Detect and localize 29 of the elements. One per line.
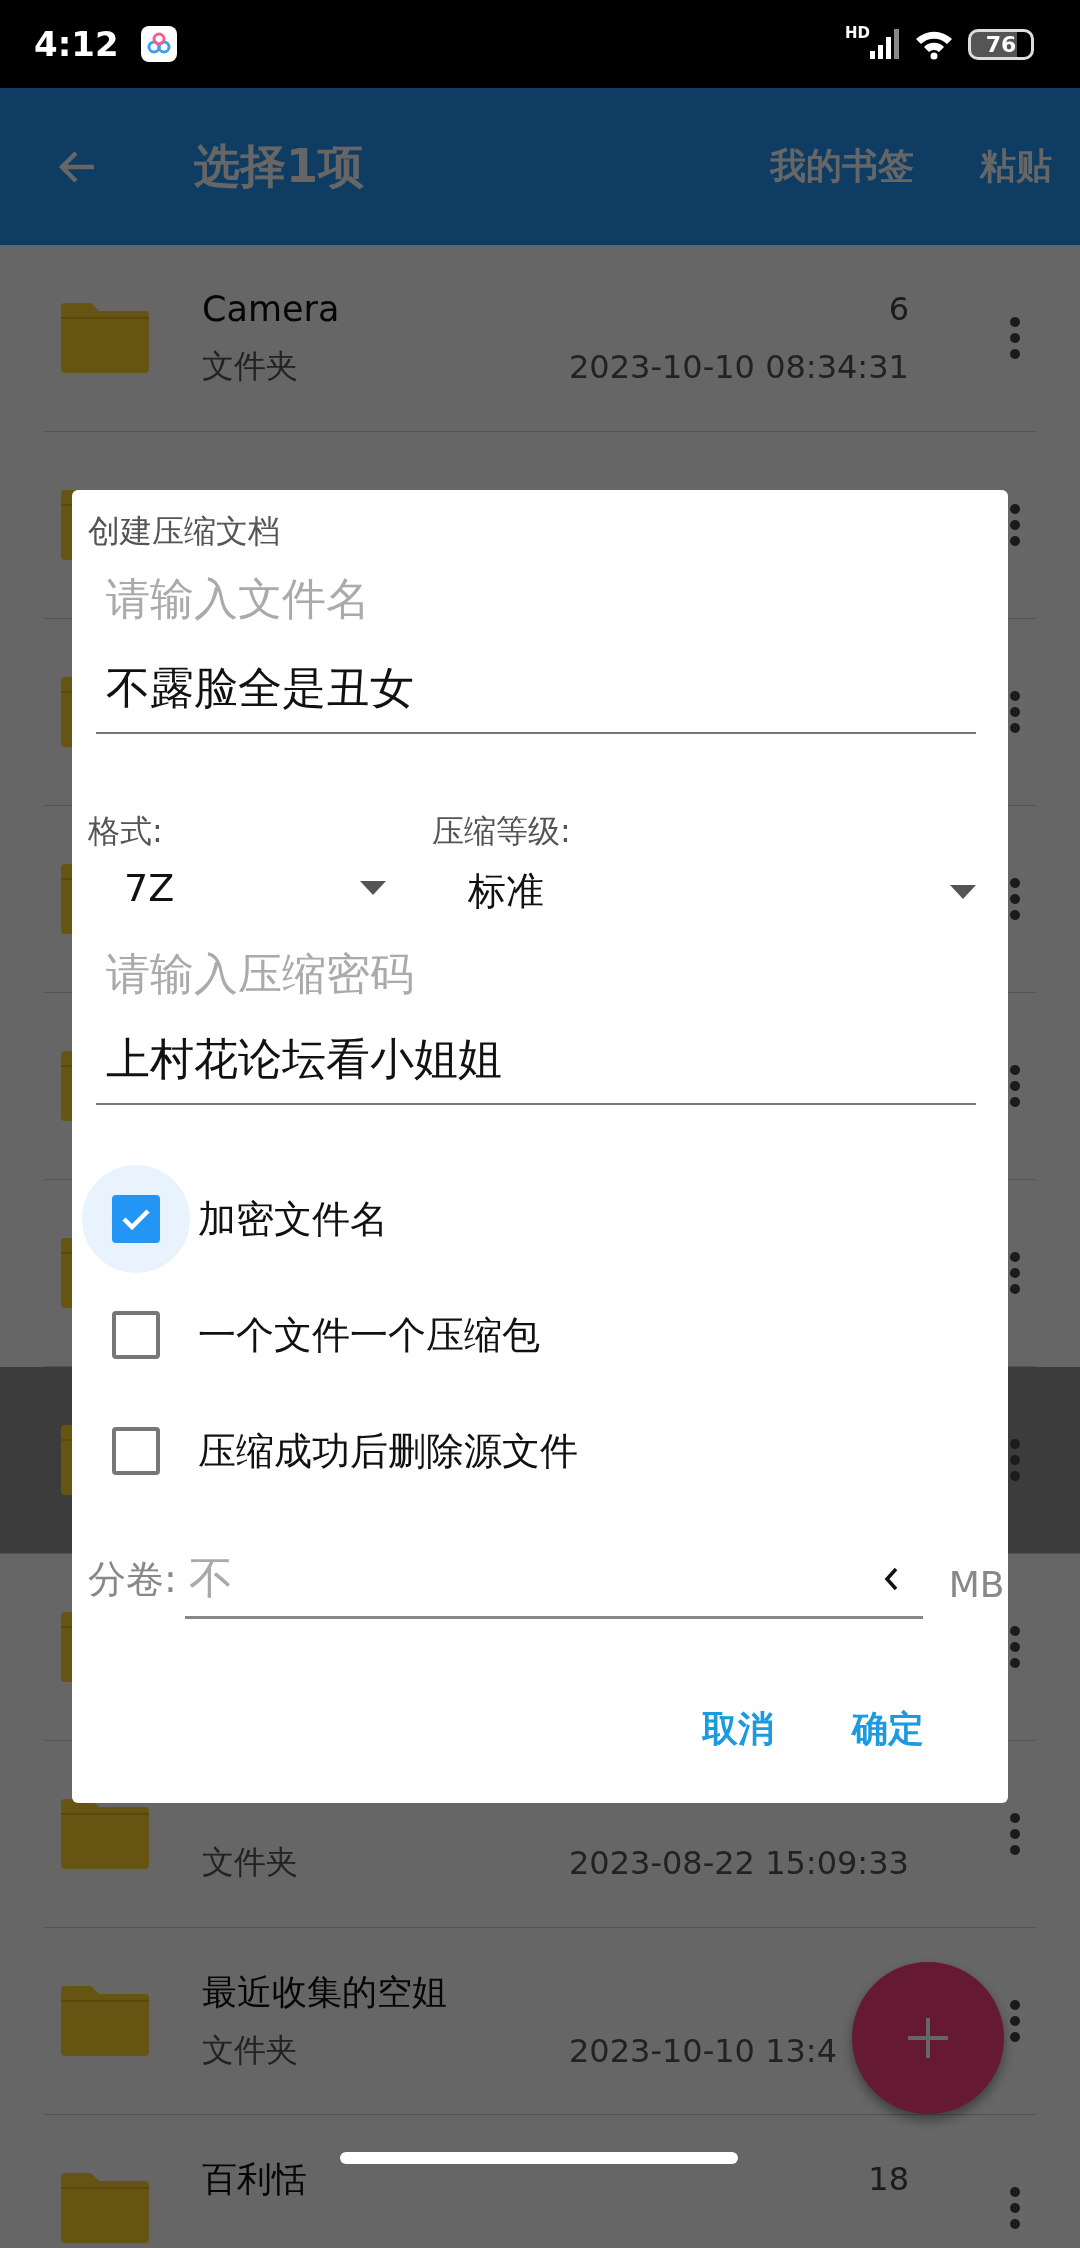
option-label: 一个文件一个压缩包	[198, 1311, 540, 1359]
network-label: HD	[845, 24, 870, 42]
option-label: 压缩成功后删除源文件	[198, 1427, 578, 1475]
modified-date: 2023-10-10 13:4	[569, 2031, 838, 2070]
split-label: 分卷:	[88, 1556, 177, 1603]
item-count: 6	[888, 290, 909, 328]
file-name: 百利恬	[202, 2157, 307, 2201]
field-value: 上村花论坛看小姐姐	[106, 1032, 503, 1086]
option-label: 加密文件名	[198, 1195, 388, 1243]
field-label: 请输入文件名	[106, 572, 371, 626]
file-name: Camera	[202, 289, 340, 329]
screen-title: 选择1项	[194, 137, 364, 195]
format-label: 格式:	[88, 811, 164, 852]
unit-label: MB	[948, 1564, 1005, 1607]
dropdown-value: 标准	[468, 868, 544, 915]
modified-date: 2023-10-10 08:34:31	[569, 348, 909, 386]
file-type: 文件夹	[202, 2029, 298, 2071]
status-time: 4:12	[34, 24, 119, 64]
file-type: 文件夹	[202, 346, 298, 387]
field-label: 请输入压缩密码	[106, 947, 415, 1001]
dropdown-value: 7Z	[124, 866, 175, 910]
battery-indicator: 76	[968, 28, 1034, 60]
file-type: 文件夹	[202, 1842, 298, 1883]
file-name: 最近收集的空姐	[202, 1970, 447, 2014]
item-count: 18	[868, 2160, 909, 2198]
field-value: 不露脸全是丑女	[106, 661, 415, 715]
compression-level-label: 压缩等级:	[432, 811, 572, 852]
dialog-title: 创建压缩文档	[88, 511, 281, 552]
modified-date: 2023-08-22 15:09:33	[569, 1844, 909, 1882]
